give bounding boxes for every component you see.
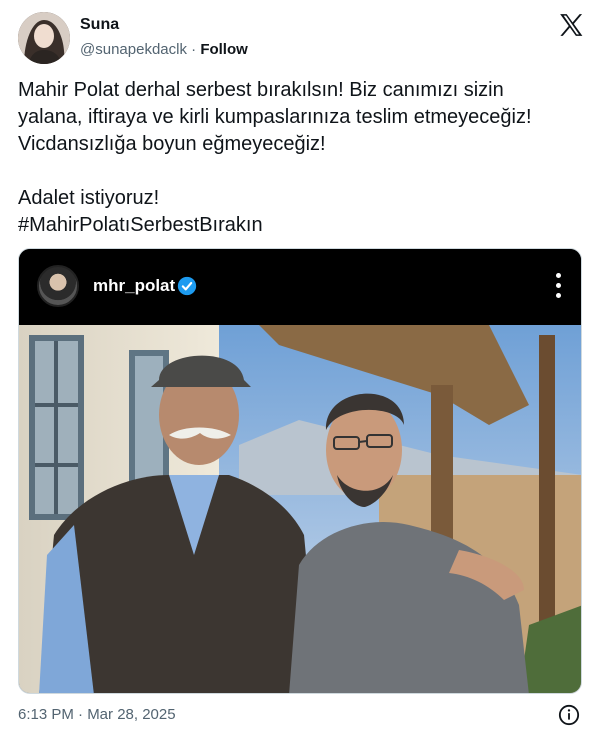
tweet-line: yalana, iftiraya ve kirli kumpaslarınıza… (18, 106, 532, 128)
tweet-text: Mahir Polat derhal serbest bırakılsın! B… (18, 77, 584, 239)
info-icon[interactable] (558, 704, 580, 726)
tweet-line: Mahir Polat derhal serbest bırakılsın! B… (18, 79, 504, 101)
author-avatar[interactable] (18, 12, 70, 64)
instagram-post-header: mhr_polat (19, 249, 581, 325)
embed-username[interactable]: mhr_polat (93, 276, 175, 296)
verified-badge-icon (177, 276, 197, 296)
author-handle[interactable]: @sunapekdaclk (80, 41, 187, 58)
three-dots-vertical-icon[interactable] (555, 273, 561, 299)
tweet-timestamp[interactable]: 6:13 PM · Mar 28, 2025 (18, 706, 176, 723)
tweet-line: Adalet istiyoruz! (18, 187, 160, 209)
handle-separator: · (191, 41, 197, 58)
author-name[interactable]: Suna (80, 16, 119, 34)
post-photo[interactable] (19, 325, 581, 693)
x-logo-icon[interactable] (558, 12, 584, 38)
hashtag-link[interactable]: #MahirPolatıSerbestBırakın (18, 212, 584, 239)
follow-button[interactable]: Follow (200, 41, 248, 58)
author-handle-line: @sunapekdaclk · Follow (80, 41, 248, 58)
tweet-line: Vicdansızlığa boyun eğmeyeceğiz! (18, 133, 326, 155)
embedded-media-card[interactable]: mhr_polat (18, 248, 582, 694)
embed-avatar[interactable] (37, 265, 79, 307)
tweet-header: Suna @sunapekdaclk · Follow (18, 12, 584, 68)
